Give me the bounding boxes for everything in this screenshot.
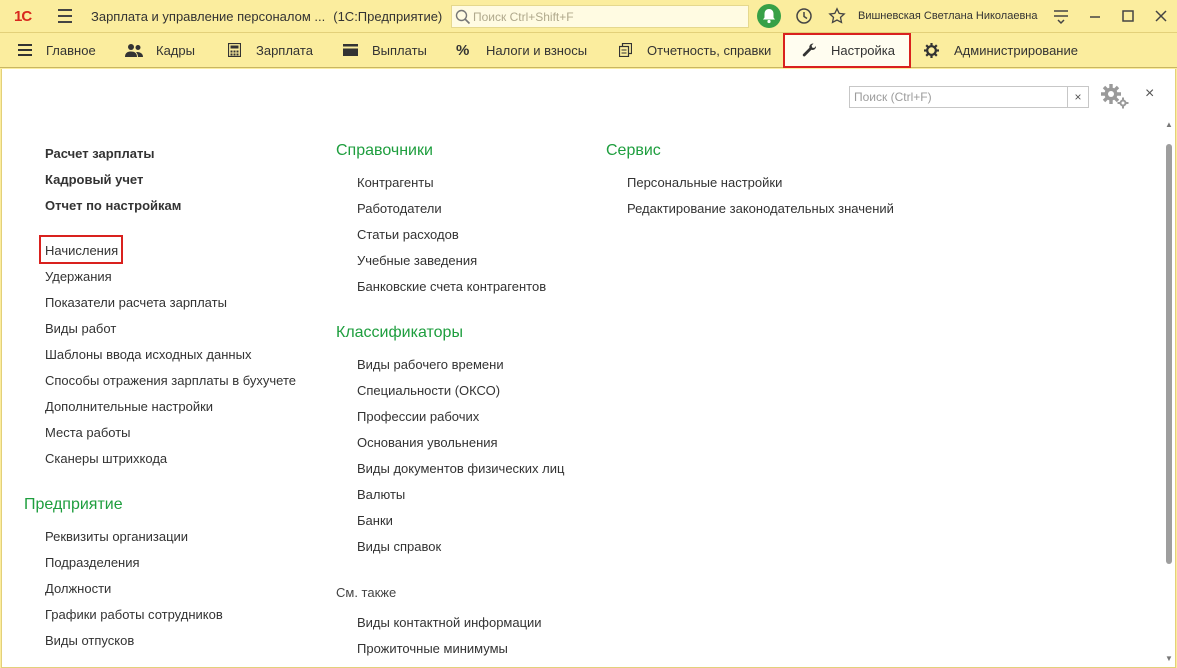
link-work-types[interactable]: Виды работ	[45, 321, 116, 336]
section-main-label: Главное	[46, 43, 96, 58]
link-workplaces[interactable]: Места работы	[45, 425, 131, 440]
vertical-scrollbar[interactable]: ▲ ▼	[1164, 114, 1174, 667]
section-main[interactable]: Главное	[10, 33, 110, 68]
link-id-document-types[interactable]: Виды документов физических лиц	[357, 461, 564, 476]
title-bar: 1С Зарплата и управление персоналом ... (…	[0, 0, 1177, 33]
link-legislative-values[interactable]: Редактирование законодательных значений	[627, 201, 894, 216]
panel-search-input[interactable]: Поиск (Ctrl+F)	[849, 86, 1068, 108]
user-name[interactable]: Вишневская Светлана Николаевна	[858, 10, 1038, 22]
section-hr-label: Кадры	[156, 43, 195, 58]
app-name: (1С:Предприятие)	[333, 9, 443, 24]
link-additional-settings[interactable]: Дополнительные настройки	[45, 399, 213, 414]
search-icon	[455, 9, 471, 25]
link-contact-info-types[interactable]: Виды контактной информации	[357, 615, 542, 630]
link-personal-settings[interactable]: Персональные настройки	[627, 175, 782, 190]
wallet-icon	[343, 44, 358, 56]
link-employers[interactable]: Работодатели	[357, 201, 442, 216]
panel-search-clear-button[interactable]: ×	[1068, 86, 1089, 108]
minimize-icon[interactable]	[1088, 9, 1102, 23]
maximize-icon[interactable]	[1121, 9, 1135, 23]
link-positions[interactable]: Должности	[45, 581, 111, 596]
close-window-icon[interactable]	[1154, 9, 1168, 23]
settings-panel: Поиск (Ctrl+F) × × Расчет зарплаты Кадро…	[1, 69, 1176, 668]
link-currencies[interactable]: Валюты	[357, 487, 405, 502]
section-hr[interactable]: Кадры	[118, 33, 208, 68]
link-barcode-scanners[interactable]: Сканеры штрихкода	[45, 451, 167, 466]
link-payroll-indicators[interactable]: Показатели расчета зарплаты	[45, 295, 227, 310]
link-working-time-types[interactable]: Виды рабочего времени	[357, 357, 504, 372]
main-menu-icon[interactable]	[58, 9, 72, 23]
group-title-service: Сервис	[606, 142, 661, 159]
link-certificate-types[interactable]: Виды справок	[357, 539, 441, 554]
section-payments[interactable]: Выплаты	[335, 33, 435, 68]
link-educational-institutions[interactable]: Учебные заведения	[357, 253, 477, 268]
gear-icon	[924, 43, 939, 58]
section-administration-label: Администрирование	[954, 43, 1078, 58]
link-deductions[interactable]: Удержания	[45, 269, 112, 284]
link-counterparties[interactable]: Контрагенты	[357, 175, 434, 190]
see-also-title: См. также	[336, 585, 397, 600]
link-payroll-calculation[interactable]: Расчет зарплаты	[45, 146, 154, 161]
global-search-placeholder: Поиск Ctrl+Shift+F	[473, 10, 574, 24]
panel-settings-gear-icon[interactable]	[1100, 83, 1130, 109]
group-title-enterprise: Предприятие	[24, 496, 123, 513]
scroll-down-arrow-icon[interactable]: ▼	[1165, 654, 1173, 663]
app-logo[interactable]: 1С	[14, 8, 32, 25]
group-title-classifiers: Классификаторы	[336, 324, 463, 341]
window-title: Зарплата и управление персоналом ... (1С:…	[91, 9, 442, 24]
link-worker-professions[interactable]: Профессии рабочих	[357, 409, 479, 424]
link-accounting-reflection[interactable]: Способы отражения зарплаты в бухучете	[45, 373, 296, 388]
section-settings[interactable]: Настройка	[783, 33, 911, 68]
section-settings-label: Настройка	[831, 43, 895, 58]
panel-search-placeholder: Поиск (Ctrl+F)	[854, 90, 932, 104]
link-settings-report[interactable]: Отчет по настройкам	[45, 198, 181, 213]
history-icon[interactable]	[795, 7, 813, 25]
group-title-directories: Справочники	[336, 142, 433, 159]
people-icon	[125, 44, 143, 57]
section-reports-label: Отчетность, справки	[647, 43, 772, 58]
panel-close-button[interactable]: ×	[1145, 85, 1154, 103]
link-subsistence-minimums[interactable]: Прожиточные минимумы	[357, 641, 508, 656]
favorites-star-icon[interactable]	[828, 7, 846, 25]
section-taxes[interactable]: % Налоги и взносы	[450, 33, 600, 68]
link-counterparty-bank-accounts[interactable]: Банковские счета контрагентов	[357, 279, 546, 294]
section-salary-label: Зарплата	[256, 43, 313, 58]
link-expense-items[interactable]: Статьи расходов	[357, 227, 459, 242]
section-administration[interactable]: Администрирование	[920, 33, 1090, 68]
link-hr-accounting[interactable]: Кадровый учет	[45, 172, 143, 187]
documents-icon	[619, 43, 632, 57]
section-salary[interactable]: Зарплата	[220, 33, 320, 68]
settings-menu-icon[interactable]	[1053, 7, 1069, 25]
link-departments[interactable]: Подразделения	[45, 555, 140, 570]
scroll-up-arrow-icon[interactable]: ▲	[1165, 120, 1173, 129]
link-accruals[interactable]: Начисления	[45, 243, 118, 258]
link-work-schedules[interactable]: Графики работы сотрудников	[45, 607, 223, 622]
notifications-bell-icon[interactable]	[757, 4, 781, 28]
link-specialties-okso[interactable]: Специальности (ОКСО)	[357, 383, 500, 398]
global-search-input[interactable]: Поиск Ctrl+Shift+F	[451, 5, 749, 28]
menu-icon	[18, 44, 32, 56]
link-organization-details[interactable]: Реквизиты организации	[45, 529, 188, 544]
link-banks[interactable]: Банки	[357, 513, 393, 528]
window-title-text: Зарплата и управление персоналом ...	[91, 9, 326, 24]
section-reports[interactable]: Отчетность, справки	[612, 33, 782, 68]
section-payments-label: Выплаты	[372, 43, 427, 58]
calculator-icon	[228, 43, 241, 57]
wrench-icon	[802, 43, 816, 57]
link-vacation-types[interactable]: Виды отпусков	[45, 633, 134, 648]
scrollbar-thumb[interactable]	[1166, 144, 1172, 564]
link-input-templates[interactable]: Шаблоны ввода исходных данных	[45, 347, 251, 362]
percent-icon: %	[456, 42, 470, 59]
sections-bar: Главное Кадры Зарплата Выплаты % Налоги …	[0, 33, 1177, 68]
link-dismissal-grounds[interactable]: Основания увольнения	[357, 435, 498, 450]
section-taxes-label: Налоги и взносы	[486, 43, 588, 58]
